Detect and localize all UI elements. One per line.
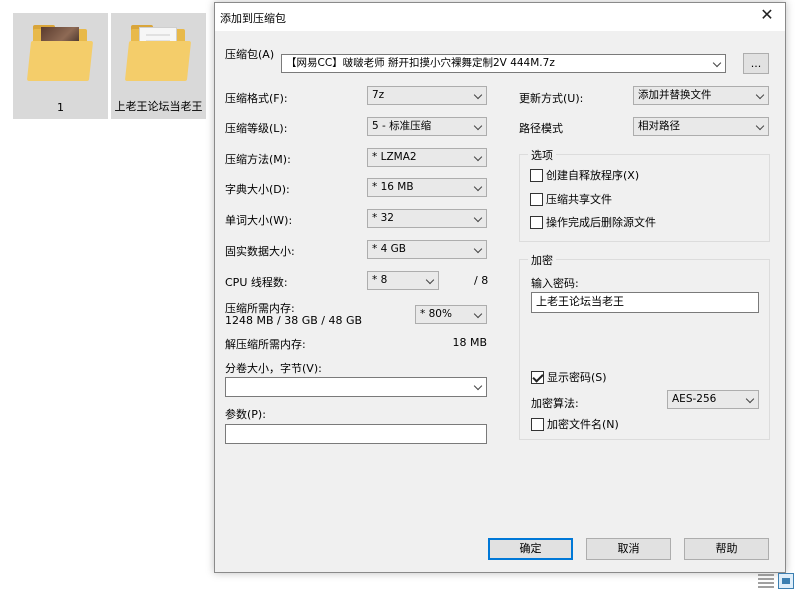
threads-label: CPU 线程数: — [225, 276, 288, 289]
update-select[interactable]: 添加并替换文件 — [633, 86, 769, 105]
add-to-archive-dialog: 添加到压缩包 ✕ 压缩包(A) 【网易CC】啵啵老师 掰开扣摸小穴裸舞定制2V … — [214, 2, 786, 573]
checkbox-box — [531, 418, 544, 431]
mem-decompress-label: 解压缩所需内存: — [225, 338, 306, 351]
chevron-down-icon — [755, 121, 765, 131]
title-bar: 添加到压缩包 ✕ — [215, 3, 785, 31]
encrypt-names-label: 加密文件名(N) — [547, 418, 619, 431]
method-value: * LZMA2 — [372, 151, 417, 163]
update-value: 添加并替换文件 — [638, 89, 712, 101]
folder-label: 1 — [57, 101, 64, 114]
method-label: 压缩方法(M): — [225, 153, 291, 166]
encryption-method-label: 加密算法: — [531, 397, 579, 410]
encryption-title: 加密 — [528, 252, 556, 268]
chevron-down-icon — [473, 152, 483, 162]
checkbox-box — [531, 371, 544, 384]
chevron-down-icon — [473, 90, 483, 100]
solid-select[interactable]: * 4 GB — [367, 240, 487, 259]
details-view-icon[interactable] — [758, 574, 774, 588]
view-toggle — [758, 572, 798, 590]
level-select[interactable]: 5 - 标准压缩 — [367, 117, 487, 136]
mem-usage-value: * 80% — [420, 308, 452, 320]
password-input[interactable]: 上老王论坛当老王 — [531, 292, 759, 313]
chevron-down-icon — [473, 213, 483, 223]
level-label: 压缩等级(L): — [225, 122, 288, 135]
folder-item-2[interactable]: 上老王论坛当老王 — [111, 13, 206, 119]
shared-checkbox[interactable]: 压缩共享文件 — [530, 193, 612, 206]
checkbox-box — [530, 216, 543, 229]
archive-label: 压缩包(A) — [225, 48, 275, 61]
delete-label: 操作完成后删除源文件 — [546, 216, 656, 229]
show-password-checkbox[interactable]: 显示密码(S) — [531, 371, 607, 384]
format-select[interactable]: 7z — [367, 86, 487, 105]
large-icons-view-icon[interactable] — [778, 573, 794, 589]
path-label: 路径模式 — [519, 122, 563, 135]
cancel-button[interactable]: 取消 — [586, 538, 671, 560]
dict-select[interactable]: * 16 MB — [367, 178, 487, 197]
dict-value: * 16 MB — [372, 181, 414, 193]
encrypt-names-checkbox[interactable]: 加密文件名(N) — [531, 418, 619, 431]
dict-label: 字典大小(D): — [225, 183, 290, 196]
method-select[interactable]: * LZMA2 — [367, 148, 487, 167]
update-label: 更新方式(U): — [519, 92, 584, 105]
solid-label: 固实数据大小: — [225, 245, 295, 258]
folder-icon — [26, 23, 94, 85]
level-value: 5 - 标准压缩 — [372, 120, 432, 132]
threads-value: * 8 — [372, 274, 388, 286]
shared-label: 压缩共享文件 — [546, 193, 612, 206]
help-button[interactable]: 帮助 — [684, 538, 769, 560]
word-select[interactable]: * 32 — [367, 209, 487, 228]
folder-icon — [124, 23, 192, 85]
threads-select[interactable]: * 8 — [367, 271, 439, 290]
params-input[interactable] — [225, 424, 487, 444]
password-label: 输入密码: — [531, 277, 579, 290]
params-label: 参数(P): — [225, 408, 266, 421]
path-value: 相对路径 — [638, 120, 680, 132]
word-value: * 32 — [372, 212, 394, 224]
split-size-combo[interactable] — [225, 377, 487, 397]
sfx-checkbox[interactable]: 创建自释放程序(X) — [530, 169, 639, 182]
format-label: 压缩格式(F): — [225, 92, 288, 105]
chevron-down-icon — [473, 182, 483, 192]
chevron-down-icon — [425, 275, 435, 285]
dialog-title: 添加到压缩包 — [220, 12, 286, 25]
chevron-down-icon — [473, 381, 483, 391]
folder-item-1[interactable]: 1 — [13, 13, 108, 119]
encryption-method-select[interactable]: AES-256 — [667, 390, 759, 409]
close-icon[interactable]: ✕ — [759, 7, 775, 23]
threads-max: / 8 — [474, 274, 489, 287]
folder-label: 上老王论坛当老王 — [114, 100, 203, 113]
encryption-group: 加密 输入密码: 上老王论坛当老王 显示密码(S) 加密算法: AES-256 … — [519, 252, 770, 440]
solid-value: * 4 GB — [372, 243, 406, 255]
chevron-down-icon — [473, 309, 483, 319]
options-group: 选项 创建自释放程序(X) 压缩共享文件 操作完成后删除源文件 — [519, 147, 770, 242]
split-label: 分卷大小，字节(V): — [225, 362, 322, 375]
format-value: 7z — [372, 89, 385, 101]
checkbox-box — [530, 169, 543, 182]
word-label: 单词大小(W): — [225, 214, 293, 227]
options-title: 选项 — [528, 147, 556, 163]
chevron-down-icon — [473, 244, 483, 254]
ok-button[interactable]: 确定 — [488, 538, 573, 560]
browse-button[interactable]: ... — [743, 53, 769, 74]
path-select[interactable]: 相对路径 — [633, 117, 769, 136]
delete-checkbox[interactable]: 操作完成后删除源文件 — [530, 216, 656, 229]
chevron-down-icon — [745, 394, 755, 404]
mem-compress-detail: 1248 MB / 38 GB / 48 GB — [225, 314, 363, 327]
chevron-down-icon — [473, 121, 483, 131]
mem-usage-select[interactable]: * 80% — [415, 305, 487, 324]
archive-path-value: 【网易CC】啵啵老师 掰开扣摸小穴裸舞定制2V 444M.7z — [286, 57, 555, 69]
mem-decompress-value: 18 MB — [452, 336, 487, 349]
checkbox-box — [530, 193, 543, 206]
chevron-down-icon — [755, 90, 765, 100]
archive-path-combo[interactable]: 【网易CC】啵啵老师 掰开扣摸小穴裸舞定制2V 444M.7z — [281, 54, 726, 73]
sfx-label: 创建自释放程序(X) — [546, 169, 640, 182]
chevron-down-icon — [712, 58, 722, 68]
encryption-method-value: AES-256 — [672, 393, 717, 405]
show-password-label: 显示密码(S) — [547, 371, 607, 384]
